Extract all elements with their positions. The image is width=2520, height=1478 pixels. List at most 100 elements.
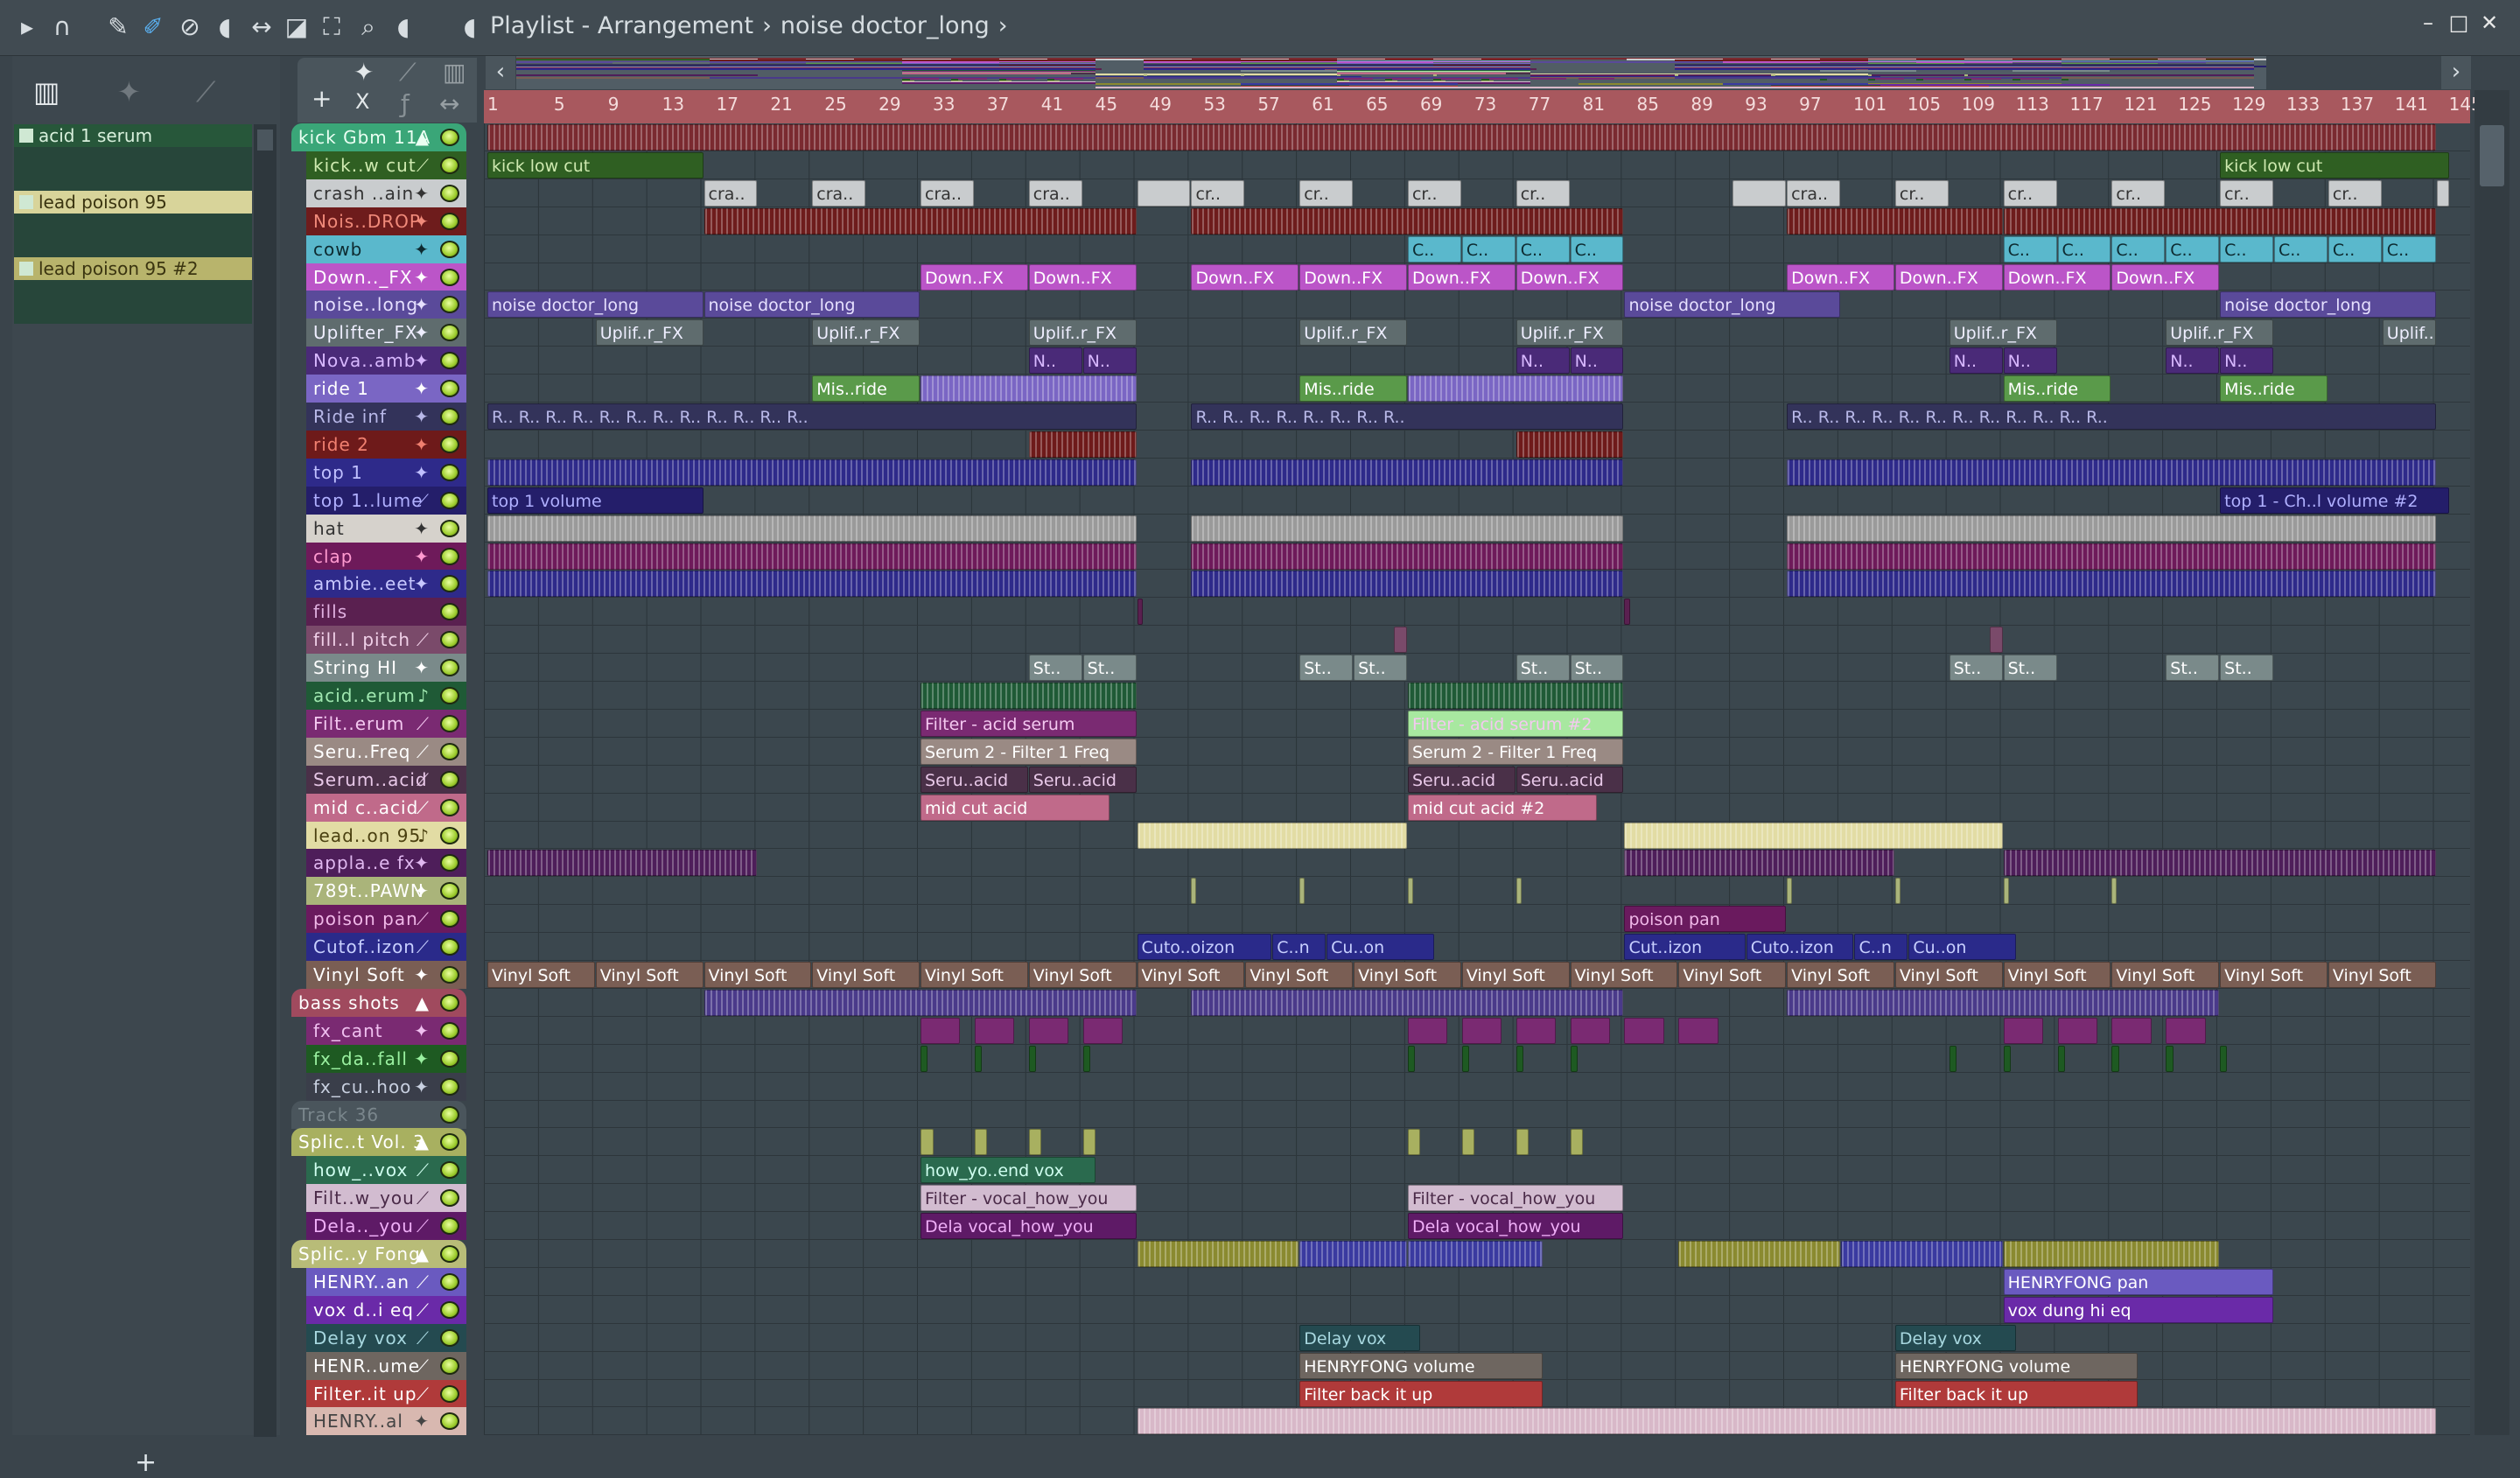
track-header[interactable]: HENR..ume ⟋ (306, 1351, 466, 1380)
clip[interactable]: Vinyl Soft (595, 962, 704, 988)
mute-icon[interactable]: ◖ (210, 12, 240, 42)
clip[interactable]: Vinyl Soft (2328, 962, 2436, 988)
clip[interactable] (487, 543, 1137, 570)
track-header[interactable]: HENRY..an ⟋ (306, 1267, 466, 1296)
clip[interactable] (2220, 1045, 2228, 1072)
clip[interactable]: cr.. (2220, 179, 2274, 207)
clip[interactable] (1394, 627, 1407, 654)
mute-toggle[interactable] (440, 1161, 459, 1180)
clip[interactable] (1191, 459, 1624, 486)
vertical-scrollbar[interactable] (2474, 90, 2510, 1435)
track-header[interactable]: hat ✦ (306, 514, 466, 543)
slice-icon[interactable]: ◪ (282, 12, 312, 42)
clip[interactable]: Vinyl Soft (1787, 962, 1894, 988)
clip[interactable] (1028, 1129, 1042, 1156)
clip[interactable]: cr.. (1516, 179, 1570, 207)
mute-toggle[interactable] (440, 212, 459, 230)
clip[interactable]: St.. (1949, 655, 2003, 682)
clip[interactable]: St.. (2220, 655, 2274, 682)
clip[interactable]: Uplif..r_FX (1949, 319, 2057, 347)
clip[interactable] (920, 1045, 928, 1072)
clip[interactable]: St.. (2166, 655, 2220, 682)
track-header[interactable]: fill..l pitch ⟋ (306, 626, 466, 655)
clip[interactable]: Vinyl Soft (2220, 962, 2328, 988)
mute-toggle[interactable] (440, 1133, 459, 1152)
track-header[interactable]: how_..vox ⟋ (306, 1156, 466, 1185)
mute-toggle[interactable] (440, 491, 459, 509)
mute-toggle[interactable] (440, 352, 459, 370)
clip[interactable] (974, 1045, 983, 1072)
track-header[interactable]: Serum..acid ⟋ (306, 765, 466, 794)
track-header[interactable]: vox d..i eq ⟋ (306, 1295, 466, 1324)
track-header[interactable]: fills (306, 598, 466, 627)
clip[interactable]: C.. (1407, 235, 1461, 263)
clip[interactable]: St.. (1082, 655, 1137, 682)
mute-toggle[interactable] (440, 1300, 459, 1319)
mute-toggle[interactable] (440, 408, 459, 425)
mute-toggle[interactable] (440, 1272, 459, 1291)
close-button[interactable]: ✕ (2476, 11, 2502, 35)
track-header[interactable]: cowb ✦ (306, 235, 466, 263)
clip[interactable] (2166, 1045, 2174, 1072)
mute-toggle[interactable] (440, 1328, 459, 1347)
track-header[interactable]: top 1..lume ⟋ (306, 486, 466, 515)
clip[interactable]: Vinyl Soft (812, 962, 920, 988)
clip[interactable] (1516, 878, 1522, 905)
clip[interactable] (2003, 878, 2009, 905)
mute-toggle[interactable] (440, 882, 459, 900)
mute-toggle[interactable] (440, 1412, 459, 1431)
clip[interactable] (1624, 822, 2003, 849)
clip[interactable]: R.. R.. R.. R.. R.. R.. R.. R.. R.. R.. … (487, 403, 1137, 430)
track-header[interactable]: Delay vox ⟋ (306, 1323, 466, 1352)
clip[interactable]: C.. (2003, 235, 2057, 263)
clip[interactable]: Vinyl Soft (1678, 962, 1787, 988)
clip[interactable] (1407, 1129, 1421, 1156)
mute-toggle[interactable] (440, 268, 459, 286)
clip[interactable]: Uplif..r_FX (1516, 319, 1624, 347)
playlist-grid[interactable]: kick low cut kick low cut cra.. cra.. cra.. c… (484, 123, 2470, 1435)
mute-toggle[interactable] (440, 826, 459, 844)
clip[interactable] (1732, 179, 1787, 207)
clip[interactable]: C..n (1272, 934, 1326, 961)
clip[interactable]: Vinyl Soft (1245, 962, 1354, 988)
clip[interactable] (487, 515, 1137, 542)
clip[interactable]: kick low cut (487, 151, 704, 179)
clip[interactable] (1407, 1045, 1416, 1072)
clip[interactable] (1787, 878, 1793, 905)
clip[interactable]: Filter - acid serum (920, 710, 1137, 737)
clip[interactable] (2057, 1045, 2065, 1072)
clip[interactable] (1191, 207, 1624, 235)
track-header[interactable]: Vinyl Soft ✦ (306, 961, 466, 989)
clip[interactable]: Uplif..r_FX (1299, 319, 1407, 347)
clip[interactable] (1678, 1017, 1718, 1044)
clip[interactable]: St.. (1570, 655, 1624, 682)
clip[interactable] (2057, 1017, 2097, 1044)
clip[interactable]: Down..FX (1299, 263, 1407, 291)
clip[interactable] (1461, 1017, 1502, 1044)
clip[interactable]: N.. (2220, 347, 2274, 375)
paint-icon[interactable]: ✐ (138, 12, 168, 42)
track-header[interactable]: clap ✦ (306, 542, 466, 571)
clip[interactable]: Vinyl Soft (920, 962, 1028, 988)
clip[interactable] (1407, 1241, 1543, 1267)
clip[interactable]: Dela vocal_how_you (920, 1213, 1137, 1240)
clip[interactable] (2003, 1045, 2011, 1072)
clip[interactable]: Vinyl Soft (1354, 962, 1461, 988)
clip[interactable]: Filter back it up (1299, 1380, 1543, 1407)
clip[interactable]: poison pan (1624, 906, 1787, 933)
clip[interactable]: Vinyl Soft (1137, 962, 1245, 988)
clip[interactable]: C.. (2274, 235, 2328, 263)
clip[interactable]: mid cut acid (920, 794, 1110, 821)
automation-icon[interactable]: ⟋ (196, 75, 215, 109)
clip[interactable] (974, 1129, 988, 1156)
clip[interactable] (1949, 1045, 1957, 1072)
clip[interactable]: Uplif..r_FX (2382, 319, 2436, 347)
clip[interactable] (2166, 1017, 2206, 1044)
playlist-overview[interactable] (516, 56, 2266, 89)
clip[interactable]: Vinyl Soft (2003, 962, 2111, 988)
clip[interactable]: mid cut acid #2 (1407, 794, 1597, 821)
mute-toggle[interactable] (440, 324, 459, 342)
clip[interactable] (1191, 989, 1624, 1016)
picker-item[interactable]: acid 1 serum (14, 124, 252, 191)
clip[interactable]: cra.. (920, 179, 974, 207)
